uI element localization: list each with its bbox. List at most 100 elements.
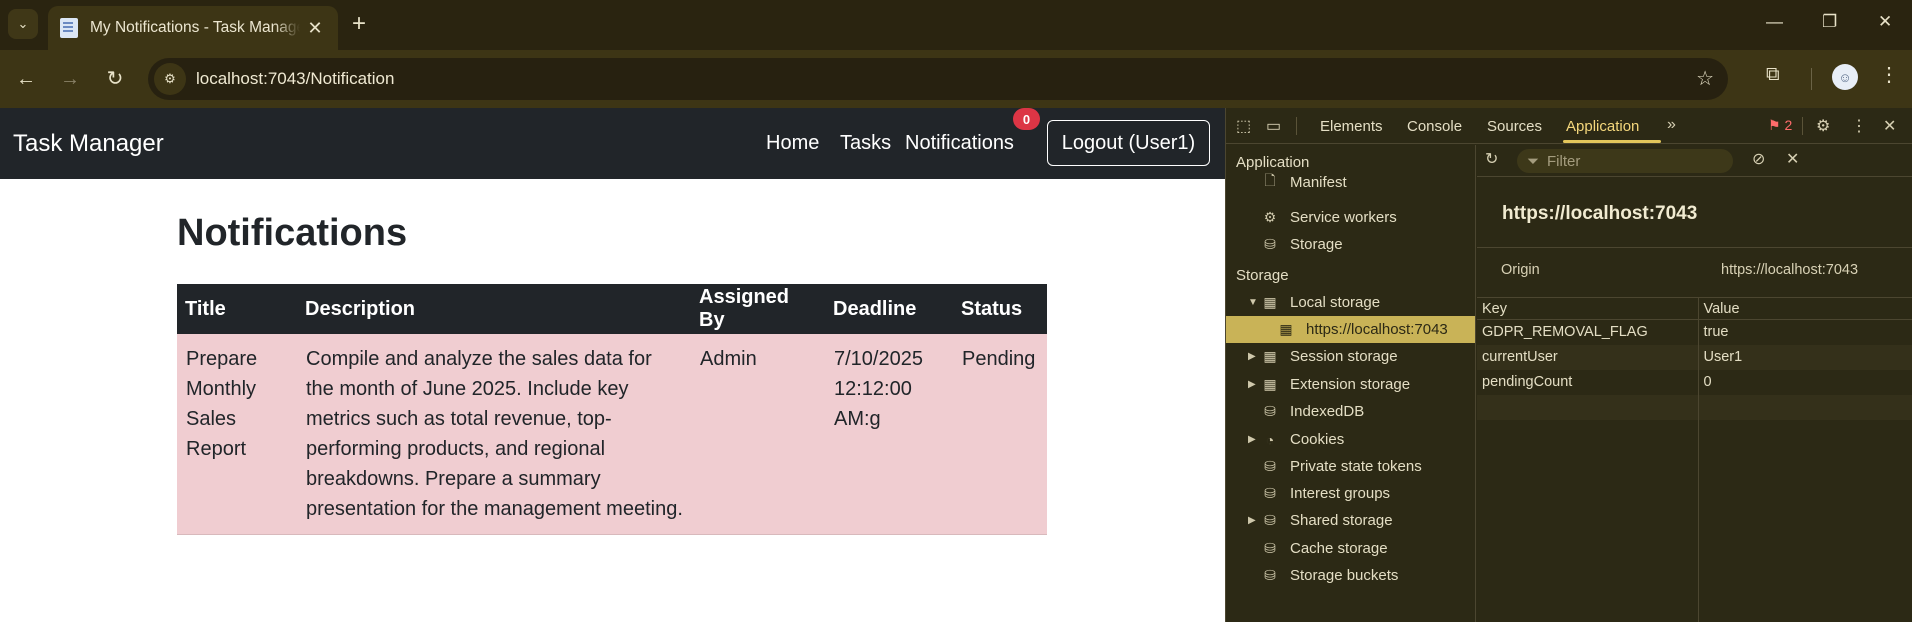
- row-title: Prepare Monthly Sales Report: [177, 334, 297, 535]
- issues-counter[interactable]: ⚑ 2: [1768, 117, 1792, 134]
- table-icon: ▦: [1263, 294, 1277, 310]
- window-close-icon[interactable]: ✕: [1878, 12, 1892, 32]
- sidebar-item-indexeddb[interactable]: ⛁ IndexedDB: [1226, 398, 1475, 425]
- entry-key[interactable]: currentUser: [1477, 344, 1699, 370]
- table-icon: ▦: [1263, 376, 1277, 392]
- sidebar-item-label: Shared storage: [1290, 512, 1393, 529]
- sidebar-item-cache-storage[interactable]: ⛁ Cache storage: [1226, 535, 1475, 562]
- inspect-element-icon[interactable]: ⬚: [1236, 116, 1251, 136]
- entry-value[interactable]: User1: [1698, 344, 1912, 370]
- empty-cell: [1477, 419, 1699, 622]
- browser-tab[interactable]: My Notifications - Task Manager ✕: [48, 6, 338, 50]
- sidebar-item-shared-storage[interactable]: ▶ ⛁ Shared storage: [1226, 507, 1475, 534]
- value-column-header[interactable]: Value: [1698, 297, 1912, 320]
- sidebar-item-private-state-tokens[interactable]: ⛁ Private state tokens: [1226, 453, 1475, 480]
- active-tab-indicator: [1563, 140, 1661, 143]
- issues-icon: ⚑: [1768, 117, 1781, 133]
- delete-selected-icon[interactable]: ✕: [1786, 149, 1799, 169]
- tab-search-button[interactable]: ⌄: [8, 9, 38, 39]
- app-brand[interactable]: Task Manager: [13, 130, 164, 158]
- sidebar-item-label: Cache storage: [1290, 540, 1388, 557]
- tab-sources[interactable]: Sources: [1487, 118, 1542, 135]
- storage-viewer: ↻ ⏷ Filter ⊘ ✕ https://localhost:7043 Ori…: [1477, 145, 1912, 622]
- database-icon: ⛁: [1264, 567, 1276, 583]
- database-icon: ⛁: [1264, 236, 1276, 252]
- collapsed-arrow-icon[interactable]: ▶: [1248, 515, 1260, 526]
- sidebar-item-label: Manifest: [1290, 173, 1347, 191]
- tab-application[interactable]: Application: [1566, 118, 1639, 135]
- clear-all-icon[interactable]: ⊘: [1752, 149, 1765, 169]
- sidebar-item-label: Interest groups: [1290, 485, 1391, 502]
- sidebar-item-label: Storage: [1290, 236, 1343, 253]
- sidebar-item-storage-buckets[interactable]: ⛁ Storage buckets: [1226, 562, 1475, 589]
- new-tab-icon[interactable]: +: [352, 12, 366, 36]
- sidebar-item-label: Session storage: [1290, 348, 1398, 365]
- nav-home-link[interactable]: Home: [766, 132, 819, 155]
- sidebar-item-label: Extension storage: [1290, 376, 1411, 393]
- table-icon: ▦: [1263, 348, 1277, 364]
- sidebar-item-cookies[interactable]: ▶ ◔ Cookies: [1226, 426, 1475, 453]
- nav-tasks-link[interactable]: Tasks: [840, 132, 891, 155]
- origin-title: https://localhost:7043: [1502, 203, 1698, 224]
- restore-icon[interactable]: ❐: [1822, 12, 1837, 32]
- settings-gear-icon[interactable]: ⚙: [1816, 116, 1830, 136]
- tab-elements[interactable]: Elements: [1320, 118, 1383, 135]
- bookmark-star-icon[interactable]: ☆: [1696, 66, 1714, 91]
- filter-placeholder: Filter: [1547, 152, 1581, 170]
- sidebar-item-storage[interactable]: ⛁ Storage: [1226, 231, 1475, 258]
- entry-value[interactable]: 0: [1698, 370, 1912, 395]
- address-url[interactable]: localhost:7043/Notification: [196, 69, 394, 89]
- key-column-header[interactable]: Key: [1477, 297, 1699, 320]
- filter-input[interactable]: ⏷ Filter: [1517, 149, 1733, 173]
- database-icon: ⛁: [1264, 540, 1276, 556]
- refresh-icon[interactable]: ↻: [1485, 149, 1498, 169]
- browser-menu-icon[interactable]: ⋮: [1879, 62, 1899, 87]
- table-row[interactable]: currentUser User1: [1477, 344, 1912, 370]
- sidebar-item-label: IndexedDB: [1290, 403, 1365, 420]
- tab-console[interactable]: Console: [1407, 118, 1462, 135]
- divider: [1477, 247, 1912, 248]
- collapsed-arrow-icon[interactable]: ▶: [1248, 351, 1260, 362]
- devtools-panel: ⬚ ▭ Elements Console Sources Application…: [1225, 108, 1912, 622]
- nav-notifications-link[interactable]: Notifications: [905, 132, 1014, 155]
- table-icon: ▦: [1279, 321, 1293, 337]
- col-title-header: Title: [177, 284, 297, 334]
- logout-button[interactable]: Logout (User1): [1047, 120, 1210, 166]
- forward-icon[interactable]: →: [56, 65, 84, 93]
- table-row[interactable]: pendingCount 0: [1477, 369, 1912, 395]
- sidebar-item-label: Local storage: [1290, 294, 1381, 311]
- address-bar[interactable]: ⚙ localhost:7043/Notification ☆: [148, 58, 1728, 100]
- entry-key[interactable]: pendingCount: [1477, 369, 1699, 395]
- col-description-header: Description: [297, 284, 691, 334]
- storage-section-label: Storage: [1236, 267, 1289, 284]
- sidebar-item-session-storage[interactable]: ▶ ▦ Session storage: [1226, 343, 1475, 370]
- device-toolbar-icon[interactable]: ▭: [1266, 116, 1281, 136]
- empty-cell: [1698, 420, 1912, 622]
- sidebar-item-extension-storage[interactable]: ▶ ▦ Extension storage: [1226, 371, 1475, 398]
- sidebar-item-service-workers[interactable]: ⚙ Service workers: [1226, 204, 1475, 231]
- entry-key[interactable]: GDPR_REMOVAL_FLAG: [1477, 319, 1699, 345]
- database-icon: ⛁: [1264, 403, 1276, 419]
- tab-strip: ⌄ My Notifications - Task Manager ✕ + — …: [0, 0, 1912, 50]
- profile-avatar[interactable]: ☺: [1832, 64, 1858, 90]
- entry-value[interactable]: true: [1698, 320, 1912, 345]
- col-assigned-by-header: Assigned By: [691, 284, 825, 334]
- table-row[interactable]: GDPR_REMOVAL_FLAG true: [1477, 319, 1912, 345]
- sidebar-item-interest-groups[interactable]: ⛁ Interest groups: [1226, 480, 1475, 507]
- more-tabs-icon[interactable]: »: [1667, 116, 1676, 134]
- sidebar-item-local-origin[interactable]: ▦ https://localhost:7043: [1226, 316, 1475, 343]
- customize-menu-icon[interactable]: ⋮: [1851, 116, 1867, 136]
- close-devtools-icon[interactable]: ✕: [1883, 116, 1896, 136]
- storage-filter-bar: ↻ ⏷ Filter ⊘ ✕: [1477, 145, 1912, 177]
- expanded-arrow-icon[interactable]: ▼: [1248, 297, 1260, 308]
- sidebar-item-manifest[interactable]: 🗋 Manifest: [1226, 163, 1475, 201]
- collapsed-arrow-icon[interactable]: ▶: [1248, 379, 1260, 390]
- minimize-icon[interactable]: —: [1766, 12, 1783, 32]
- collapsed-arrow-icon[interactable]: ▶: [1248, 434, 1260, 445]
- extensions-icon[interactable]: ⧉: [1766, 64, 1780, 86]
- tab-close-icon[interactable]: ✕: [304, 18, 326, 39]
- reload-icon[interactable]: ↻: [101, 65, 129, 93]
- back-icon[interactable]: ←: [12, 65, 40, 93]
- sidebar-item-local-storage[interactable]: ▼ ▦ Local storage: [1226, 289, 1475, 316]
- site-info-icon[interactable]: ⚙: [154, 63, 186, 95]
